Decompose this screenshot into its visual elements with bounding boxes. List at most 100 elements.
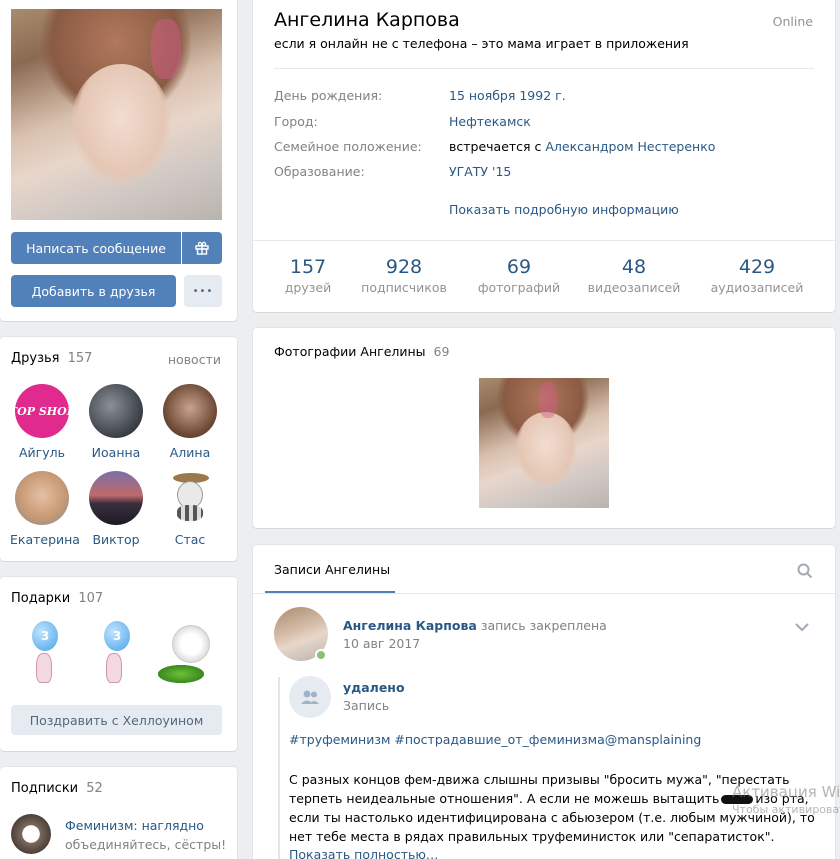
stat-label: аудиозаписей bbox=[710, 280, 804, 295]
divider bbox=[253, 240, 835, 241]
friends-title: Друзья bbox=[11, 351, 60, 366]
stat-label: видеозаписей bbox=[587, 280, 681, 295]
stat-label: друзей bbox=[284, 280, 332, 295]
photos-card: Фотографии Ангелины 69 bbox=[253, 328, 835, 528]
friend-name: Екатерина bbox=[10, 532, 80, 547]
info-label: День рождения: bbox=[274, 88, 383, 103]
photo-thumbnail[interactable] bbox=[479, 378, 609, 508]
subscriptions-header[interactable]: Подписки 52 bbox=[11, 781, 103, 796]
post-date[interactable]: 10 авг 2017 bbox=[343, 636, 420, 651]
stat-number: 157 bbox=[289, 256, 327, 278]
gift-button[interactable] bbox=[182, 232, 222, 264]
stat-followers[interactable]: 928 подписчиков bbox=[356, 256, 452, 295]
send-message-button[interactable]: Написать сообщение bbox=[11, 232, 181, 264]
subscriptions-card: Подписки 52 Феминизм: наглядно объединяй… bbox=[0, 767, 237, 859]
friend-avatar bbox=[15, 471, 69, 525]
subscription-avatar[interactable] bbox=[11, 814, 51, 854]
photos-header[interactable]: Фотографии Ангелины 69 bbox=[274, 344, 449, 359]
divider bbox=[274, 68, 814, 69]
info-value-prefix: встречается с bbox=[449, 139, 546, 154]
friend-avatar bbox=[89, 384, 143, 438]
friend-avatar bbox=[163, 384, 217, 438]
friends-header[interactable]: Друзья 157 bbox=[11, 351, 92, 366]
congratulate-halloween-button[interactable]: Поздравить с Хеллоуином bbox=[11, 705, 222, 735]
post-header: Ангелина Карпова запись закреплена bbox=[343, 618, 607, 633]
friend-item[interactable]: Иоанна bbox=[88, 384, 144, 460]
watermark-line2: Чтобы активировать Windows bbox=[732, 803, 840, 816]
friend-avatar bbox=[163, 471, 217, 525]
subscriptions-count: 52 bbox=[86, 781, 103, 796]
post-author-link[interactable]: Ангелина Карпова bbox=[343, 618, 477, 633]
subscription-title[interactable]: Феминизм: наглядно bbox=[65, 818, 204, 833]
profile-photo-card: Написать сообщение Добавить в друзья ••• bbox=[0, 0, 237, 321]
divider bbox=[253, 593, 835, 594]
stat-label: фотографий bbox=[477, 280, 561, 295]
stat-number: 69 bbox=[506, 256, 532, 278]
profile-name: Ангелина Карпова bbox=[274, 9, 460, 31]
subscriptions-title: Подписки bbox=[11, 781, 79, 796]
gifts-header[interactable]: Подарки 107 bbox=[11, 591, 103, 606]
info-value[interactable]: УГАТУ '15 bbox=[449, 164, 511, 179]
friend-name: Стас bbox=[174, 532, 206, 547]
chevron-down-icon[interactable] bbox=[794, 622, 810, 632]
stat-number: 928 bbox=[385, 256, 423, 278]
windows-activation-watermark: Активация Windows Чтобы активировать Win… bbox=[732, 783, 840, 823]
photos-title: Фотографии Ангелины bbox=[274, 344, 426, 359]
online-status: Online bbox=[772, 14, 813, 29]
info-label: Образование: bbox=[274, 164, 365, 179]
stat-number: 48 bbox=[621, 256, 647, 278]
partner-link[interactable]: Александром Нестеренко bbox=[545, 139, 715, 154]
stat-audio[interactable]: 429 аудиозаписей bbox=[703, 256, 811, 295]
friend-name: Айгуль bbox=[19, 445, 65, 460]
info-label: Семейное положение: bbox=[274, 139, 422, 154]
show-more-link[interactable]: Показать полностью… bbox=[289, 847, 438, 859]
stat-number: 429 bbox=[738, 256, 776, 278]
friend-item[interactable]: Виктор bbox=[88, 471, 144, 547]
profile-photo[interactable] bbox=[11, 9, 222, 220]
info-label: Город: bbox=[274, 114, 318, 129]
friend-avatar: TOP SHOP bbox=[15, 384, 69, 438]
gifts-count: 107 bbox=[78, 591, 104, 606]
friend-avatar bbox=[89, 471, 143, 525]
repost-bar bbox=[278, 677, 280, 859]
search-icon[interactable] bbox=[797, 563, 813, 579]
post-hashtags[interactable]: #труфеминизм #пострадавшие_от_феминизма@… bbox=[289, 732, 701, 747]
friend-item[interactable]: Стас bbox=[162, 471, 218, 547]
stat-videos[interactable]: 48 видеозаписей bbox=[583, 256, 685, 295]
friends-news-link[interactable]: новости bbox=[168, 352, 221, 367]
friend-item[interactable]: TOP SHOP Айгуль bbox=[14, 384, 70, 460]
friend-name: Виктор bbox=[92, 532, 140, 547]
profile-status-text[interactable]: если я онлайн не с телефона – это мама и… bbox=[274, 36, 689, 51]
show-more-info-link[interactable]: Показать подробную информацию bbox=[449, 202, 679, 217]
friend-item[interactable]: Алина bbox=[162, 384, 218, 460]
gifts-card: Подарки 107 3 3 Поздравить с Хеллоуином bbox=[0, 577, 237, 751]
balloon-icon: 3 bbox=[32, 621, 58, 651]
gift-icon bbox=[195, 241, 209, 255]
gift-item[interactable] bbox=[156, 621, 216, 687]
friend-item[interactable]: Екатерина bbox=[10, 471, 80, 547]
watermark-line1: Активация Windows bbox=[732, 783, 840, 801]
stat-label: подписчиков bbox=[361, 280, 447, 295]
wall-tab[interactable]: Записи Ангелины bbox=[274, 562, 390, 577]
friend-avatar-text: TOP SHOP bbox=[15, 404, 69, 418]
gift-item[interactable]: 3 bbox=[22, 621, 72, 687]
post-text-line: нет тебе места в рядах правильных труфем… bbox=[289, 829, 775, 844]
online-indicator bbox=[315, 649, 327, 661]
photos-count: 69 bbox=[433, 344, 450, 359]
add-friend-button[interactable]: Добавить в друзья bbox=[11, 275, 176, 307]
repost-author: удалено bbox=[343, 680, 405, 695]
friend-name: Алина bbox=[169, 445, 211, 460]
dandelion-icon bbox=[172, 625, 210, 663]
deleted-avatar bbox=[289, 676, 331, 718]
info-value[interactable]: Нефтекамск bbox=[449, 114, 531, 129]
stat-friends[interactable]: 157 друзей bbox=[278, 256, 338, 295]
friends-count: 157 bbox=[67, 351, 93, 366]
subscription-subtitle: объединяйтесь, сёстры! bbox=[65, 837, 227, 852]
gift-item[interactable]: 3 bbox=[94, 621, 144, 687]
users-icon bbox=[301, 690, 319, 704]
balloon-icon: 3 bbox=[104, 621, 130, 651]
info-value[interactable]: 15 ноября 1992 г. bbox=[449, 88, 566, 103]
profile-info-card: Ангелина Карпова Online если я онлайн не… bbox=[253, 0, 835, 312]
more-actions-button[interactable]: ••• bbox=[184, 275, 222, 307]
stat-photos[interactable]: 69 фотографий bbox=[473, 256, 565, 295]
